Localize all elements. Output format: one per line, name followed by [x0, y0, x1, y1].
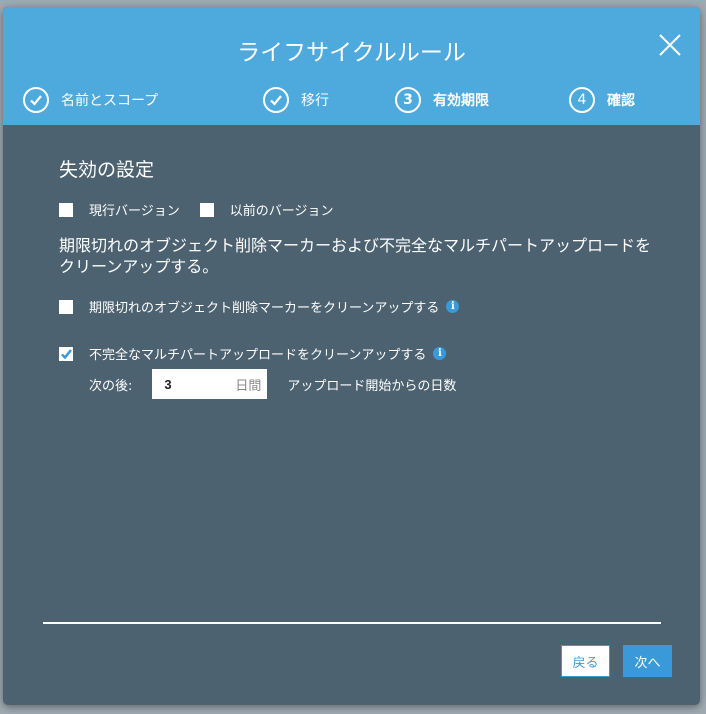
back-button[interactable]: 戻る [561, 645, 610, 677]
step-label: 有効期限 [433, 93, 489, 109]
current-version-label: 現行バージョン [89, 204, 180, 219]
expired-marker-label: 期限切れのオブジェクト削除マーカーをクリーンアップする [89, 301, 440, 316]
previous-version-label: 以前のバージョン [229, 204, 334, 219]
dialog-header: ライフサイクルルール 名前とスコープ 移行 3 有効期限 4 確認 [3, 7, 700, 125]
incomplete-upload-label: 不完全なマルチパートアップロードをクリーンアップする [89, 348, 427, 363]
step-number: 3 [395, 87, 421, 113]
step-number: 4 [569, 87, 595, 113]
step-label: 移行 [301, 93, 329, 109]
section-title: 失効の設定 [59, 159, 155, 181]
days-input[interactable] [162, 375, 217, 393]
after-label: 次の後: [89, 378, 133, 394]
check-circle-icon [23, 87, 49, 113]
step-expiration[interactable]: 3 有効期限 [395, 87, 489, 113]
step-name-scope[interactable]: 名前とスコープ [23, 87, 158, 113]
step-label: 名前とスコープ [61, 93, 159, 109]
lifecycle-rule-dialog: ライフサイクルルール 名前とスコープ 移行 3 有効期限 4 確認 失効の設定 … [3, 7, 700, 705]
info-icon[interactable]: i [433, 347, 447, 360]
divider [43, 622, 661, 624]
days-unit: 日間 [235, 378, 262, 394]
dialog-title: ライフサイクルルール [237, 40, 466, 66]
expired-marker-checkbox[interactable] [59, 299, 73, 314]
cleanup-description: 期限切れのオブジェクト削除マーカーおよび不完全なマルチパートアップロードをクリー… [59, 236, 652, 276]
current-version-checkbox[interactable] [59, 202, 73, 217]
step-transition[interactable]: 移行 [263, 87, 329, 113]
incomplete-upload-checkbox[interactable] [59, 346, 73, 361]
expiration-settings: 失効の設定 現行バージョン 以前のバージョン 期限切れのオブジェクト削除マーカー… [59, 155, 670, 399]
days-description: アップロード開始からの日数 [287, 378, 457, 394]
step-label: 確認 [607, 93, 635, 109]
checkmark-icon [60, 348, 72, 359]
next-button[interactable]: 次へ [623, 645, 672, 677]
previous-version-checkbox[interactable] [199, 202, 214, 217]
check-circle-icon [263, 87, 289, 113]
close-icon[interactable] [658, 33, 682, 57]
step-review[interactable]: 4 確認 [569, 87, 635, 113]
info-icon[interactable]: i [446, 300, 460, 313]
days-input-wrapper: 日間 [152, 369, 268, 399]
